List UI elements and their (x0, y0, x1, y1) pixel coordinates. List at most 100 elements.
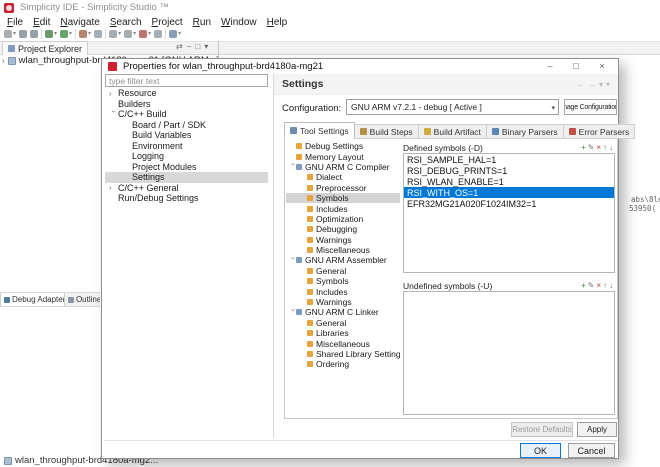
view-menu-icon[interactable]: ▾ (606, 80, 610, 89)
tool-icon-c[interactable]: ▾ (139, 30, 151, 38)
collapse-all-icon[interactable]: − (187, 43, 192, 51)
properties-tree-item[interactable]: › Resource (105, 88, 268, 99)
tool-tree-item[interactable]: › GNU ARM Assembler (286, 255, 400, 265)
tab-binary-parsers[interactable]: Binary Parsers (487, 124, 564, 139)
move-down-icon[interactable]: ↓ (609, 144, 613, 152)
tool-tree-item[interactable]: › Warnings (286, 297, 400, 307)
menu-item[interactable]: Navigate (55, 17, 104, 28)
collapse-icon[interactable]: ▾ (599, 80, 603, 89)
tab-tool-settings[interactable]: Tool Settings (284, 122, 355, 139)
tool-tree-item[interactable]: › Ordering (286, 359, 400, 369)
tool-tree-item[interactable]: › Miscellaneous (286, 245, 400, 255)
tool-tree-item[interactable]: › Optimization (286, 214, 400, 224)
move-down-icon[interactable]: ↓ (609, 282, 613, 290)
build-icon[interactable]: ▾ (79, 30, 91, 38)
tool-tree-item[interactable]: › Debug Settings (286, 141, 400, 151)
tool-tree-item[interactable]: › Includes (286, 286, 400, 296)
close-icon[interactable]: × (594, 60, 610, 72)
maximize-icon[interactable]: □ (568, 60, 584, 72)
symbol-list-item[interactable]: RSI_WITH_OS=1 (404, 187, 614, 198)
symbol-list-item[interactable]: RSI_DEBUG_PRINTS=1 (404, 165, 614, 176)
delete-icon[interactable]: × (596, 144, 601, 152)
delete-icon[interactable]: × (596, 282, 601, 290)
tool-tree-item[interactable]: › General (286, 318, 400, 328)
move-up-icon[interactable]: ↑ (603, 144, 607, 152)
view-menu-icon[interactable]: ▾ (204, 43, 208, 51)
pane-divider[interactable] (273, 73, 274, 438)
new-dropdown-icon[interactable]: ▾ (4, 30, 16, 38)
menu-item[interactable]: Run (188, 17, 216, 28)
tab-outline[interactable]: Outline (65, 293, 100, 306)
properties-tree-item[interactable]: › Logging (105, 151, 268, 162)
tool-tree-item[interactable]: › Libraries (286, 328, 400, 338)
tool-tree-item[interactable]: › Symbols (286, 193, 400, 203)
add-icon[interactable]: + (581, 282, 586, 290)
apply-button[interactable]: Apply (577, 422, 617, 437)
properties-tree-item[interactable]: › Environment (105, 141, 268, 152)
properties-tree-item[interactable]: › Build Variables (105, 130, 268, 141)
perspective-icon[interactable]: ▾ (169, 30, 181, 38)
tab-build-artifact[interactable]: Build Artifact (419, 124, 487, 139)
move-up-icon[interactable]: ↑ (603, 282, 607, 290)
tool-icon-b[interactable]: ▾ (124, 30, 136, 38)
menu-item[interactable]: Edit (28, 17, 55, 28)
tool-tree-item[interactable]: › Preprocessor (286, 183, 400, 193)
properties-tree-item[interactable]: › Run/Debug Settings (105, 193, 268, 204)
tool-tree-item[interactable]: › GNU ARM C Linker (286, 307, 400, 317)
tab-debug-adapters[interactable]: Debug Adapters (0, 293, 65, 306)
add-icon[interactable]: + (581, 144, 586, 152)
debug-icon[interactable]: ▾ (45, 30, 57, 38)
cancel-button[interactable]: Cancel (568, 443, 615, 458)
minimize-icon[interactable]: – (542, 60, 558, 72)
configuration-select[interactable]: GNU ARM v7.2.1 - debug [ Active ] ▾ (346, 99, 559, 115)
menu-item[interactable]: File (2, 17, 28, 28)
toolbar-icon[interactable]: ▾ (75, 29, 76, 39)
edit-icon[interactable]: ✎ (588, 282, 595, 290)
ok-button[interactable]: OK (520, 443, 561, 458)
expand-arrow-icon[interactable]: › (2, 57, 5, 65)
restore-defaults-button[interactable]: Restore Defaults (511, 422, 573, 437)
run-icon[interactable]: ▾ (60, 30, 72, 38)
manage-configurations-button[interactable]: Manage Configurations... (564, 99, 617, 115)
tab-build-steps[interactable]: Build Steps (355, 124, 419, 139)
forward-icon[interactable]: → (588, 80, 596, 89)
maximize-view-icon[interactable]: □ (195, 43, 200, 51)
toolbar-icon[interactable]: ▾ (41, 29, 42, 39)
save-icon[interactable]: ▾ (19, 30, 27, 38)
tool-tree-item[interactable]: › Miscellaneous (286, 338, 400, 348)
symbol-list-item[interactable]: EFR32MG21A020F1024IM32=1 (404, 198, 614, 209)
tool-tree-item[interactable]: › GNU ARM C Compiler (286, 162, 400, 172)
symbol-list-item[interactable]: RSI_WLAN_ENABLE=1 (404, 176, 614, 187)
properties-tree-item[interactable]: › C/C++ Build (105, 109, 268, 120)
tool-tree-item[interactable]: › Dialect (286, 172, 400, 182)
tool-tree-item[interactable]: › Warnings (286, 235, 400, 245)
properties-tree-item[interactable]: › Builders (105, 99, 268, 110)
menu-item[interactable]: Search (105, 17, 147, 28)
save-all-icon[interactable]: ▾ (30, 30, 38, 38)
menu-item[interactable]: Window (216, 17, 262, 28)
tab-error-parsers[interactable]: Error Parsers (564, 124, 636, 139)
tool-icon-d[interactable]: ▾ (154, 30, 162, 38)
tool-tree-item[interactable]: › Debugging (286, 224, 400, 234)
menu-item[interactable]: Help (262, 17, 293, 28)
toolbar-icon[interactable]: ▾ (165, 29, 166, 39)
edit-icon[interactable]: ✎ (588, 144, 595, 152)
tool-tree-item[interactable]: › Shared Library Settings (286, 349, 400, 359)
back-icon[interactable]: ← (577, 80, 585, 89)
project-explorer-tab[interactable]: Project Explorer (2, 41, 88, 55)
menu-item[interactable]: Project (147, 17, 188, 28)
filter-input[interactable] (105, 74, 268, 87)
properties-tree-item[interactable]: › Project Modules (105, 162, 268, 173)
tool-tree-item[interactable]: › Includes (286, 203, 400, 213)
symbol-list-item[interactable]: RSI_SAMPLE_HAL=1 (404, 154, 614, 165)
toolbar-icon[interactable]: ▾ (105, 29, 106, 39)
properties-tree-item[interactable]: › Board / Part / SDK (105, 120, 268, 131)
properties-tree-item[interactable]: › C/C++ General (105, 183, 268, 194)
search-icon[interactable]: ▾ (94, 30, 102, 38)
tool-icon-a[interactable]: ▾ (109, 30, 121, 38)
tool-tree-item[interactable]: › Memory Layout (286, 151, 400, 161)
link-editor-icon[interactable]: ⇄ (176, 43, 183, 51)
properties-tree-item[interactable]: › Settings (105, 172, 268, 183)
tool-tree-item[interactable]: › Symbols (286, 276, 400, 286)
tool-tree-item[interactable]: › General (286, 266, 400, 276)
